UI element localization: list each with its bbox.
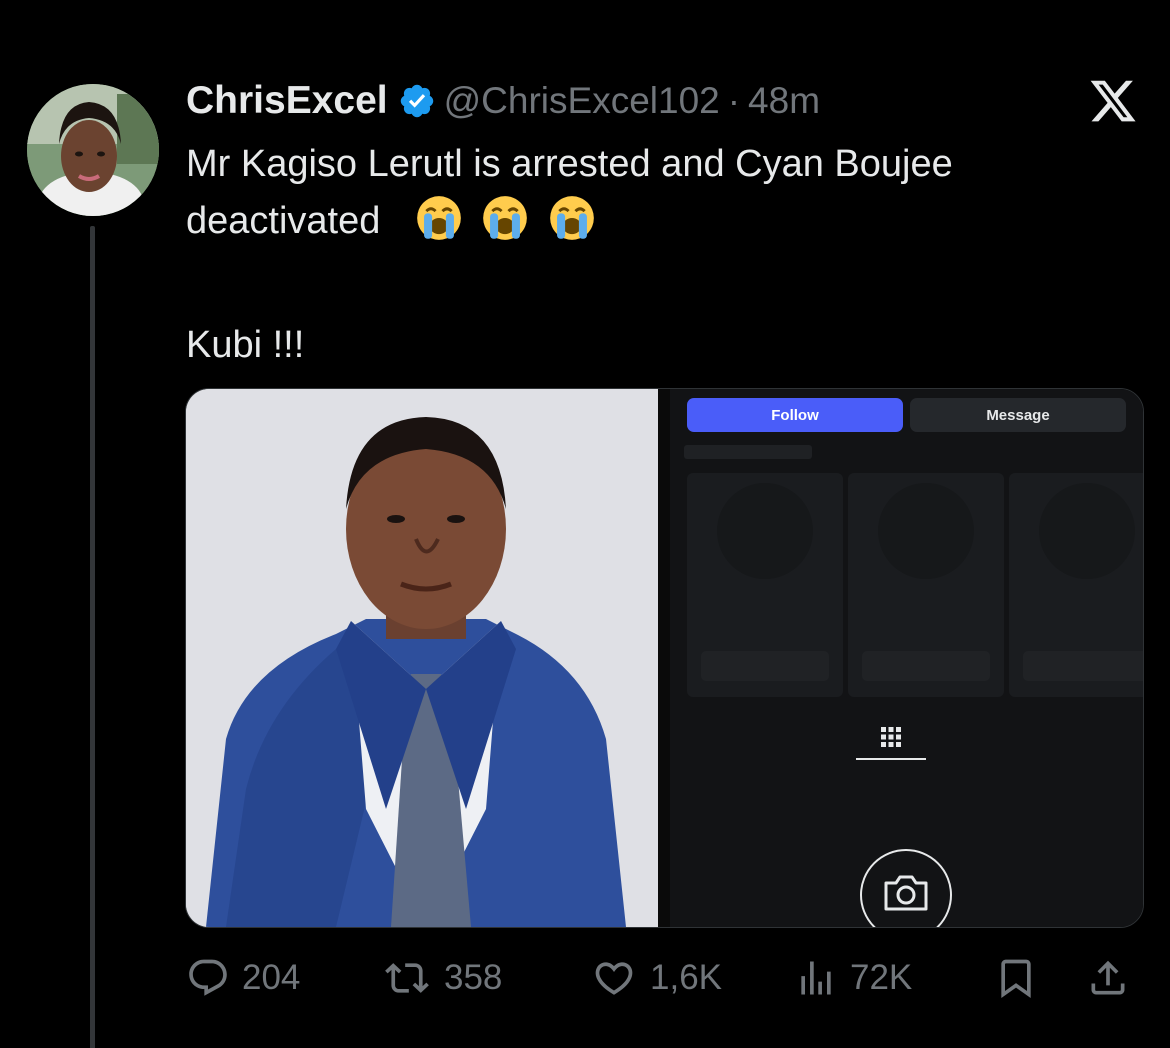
media-divider (658, 389, 670, 927)
bookmark-icon (1001, 959, 1031, 999)
repost-icon (385, 963, 429, 993)
post-time[interactable]: 48m (748, 80, 820, 122)
suggestion-card (848, 473, 1004, 697)
repost-action[interactable]: 358 (382, 950, 502, 1006)
suggestion-card (1009, 473, 1143, 697)
tab-underline (856, 758, 926, 760)
follow-button[interactable]: Follow (687, 398, 903, 432)
thread-line (90, 226, 95, 1048)
media-profile-screenshot[interactable]: Follow Message (670, 389, 1143, 927)
suggestion-avatar (717, 483, 813, 579)
reply-icon (189, 959, 227, 996)
display-name[interactable]: ChrisExcel (186, 79, 388, 123)
separator-dot: · (727, 80, 741, 121)
user-handle[interactable]: @ChrisExcel102 (444, 80, 720, 122)
suggestion-button (701, 651, 829, 681)
camera-circle (860, 849, 952, 927)
tweet-text: Mr Kagiso Lerutl is arrested and Cyan Bo… (186, 136, 1136, 374)
verified-badge-icon[interactable] (398, 82, 436, 120)
suggestion-button (1023, 651, 1143, 681)
author-avatar[interactable] (27, 84, 159, 216)
loudly-crying-face-icon (549, 196, 594, 240)
media-photo-portrait[interactable] (186, 389, 658, 927)
share-icon (1091, 960, 1125, 995)
camera-icon (884, 875, 928, 911)
like-count: 1,6K (650, 958, 722, 997)
tweet-text-line: Kubi !!! (186, 324, 305, 366)
avatar-image (27, 84, 159, 216)
views-action[interactable]: 72K (794, 950, 912, 1006)
tweet-media[interactable]: Follow Message (185, 388, 1144, 928)
views-icon (801, 961, 831, 995)
tweet-page: ChrisExcel @ChrisExcel102 · 48m Mr Kagis… (0, 0, 1170, 1048)
repost-count: 358 (444, 958, 503, 997)
tweet-header: ChrisExcel @ChrisExcel102 · 48m (186, 74, 820, 128)
reply-count: 204 (242, 958, 301, 997)
like-action[interactable]: 1,6K (590, 950, 722, 1006)
suggestion-avatar (1039, 483, 1135, 579)
share-action[interactable] (1086, 950, 1130, 1006)
reply-action[interactable]: 204 (186, 950, 300, 1006)
action-bar: 204 358 1,6K 72K (186, 950, 1146, 1006)
like-icon (595, 962, 633, 995)
views-count: 72K (850, 958, 913, 997)
bookmark-action[interactable] (994, 950, 1038, 1006)
loudly-crying-face-icon (483, 196, 527, 240)
placeholder-bar (684, 445, 812, 459)
tweet-text-line: deactivated (186, 200, 381, 242)
suggestion-avatar (878, 483, 974, 579)
tweet-text-line-with-emoji: deactivated (186, 193, 1136, 250)
suggestion-card (687, 473, 843, 697)
grid-icon[interactable] (879, 725, 903, 749)
loudly-crying-face-icon (416, 196, 461, 240)
x-logo-icon[interactable] (1086, 76, 1140, 126)
tweet-text-line: Mr Kagiso Lerutl is arrested and Cyan Bo… (186, 143, 953, 185)
message-button[interactable]: Message (910, 398, 1126, 432)
portrait-photo (186, 389, 658, 927)
suggestion-button (862, 651, 990, 681)
